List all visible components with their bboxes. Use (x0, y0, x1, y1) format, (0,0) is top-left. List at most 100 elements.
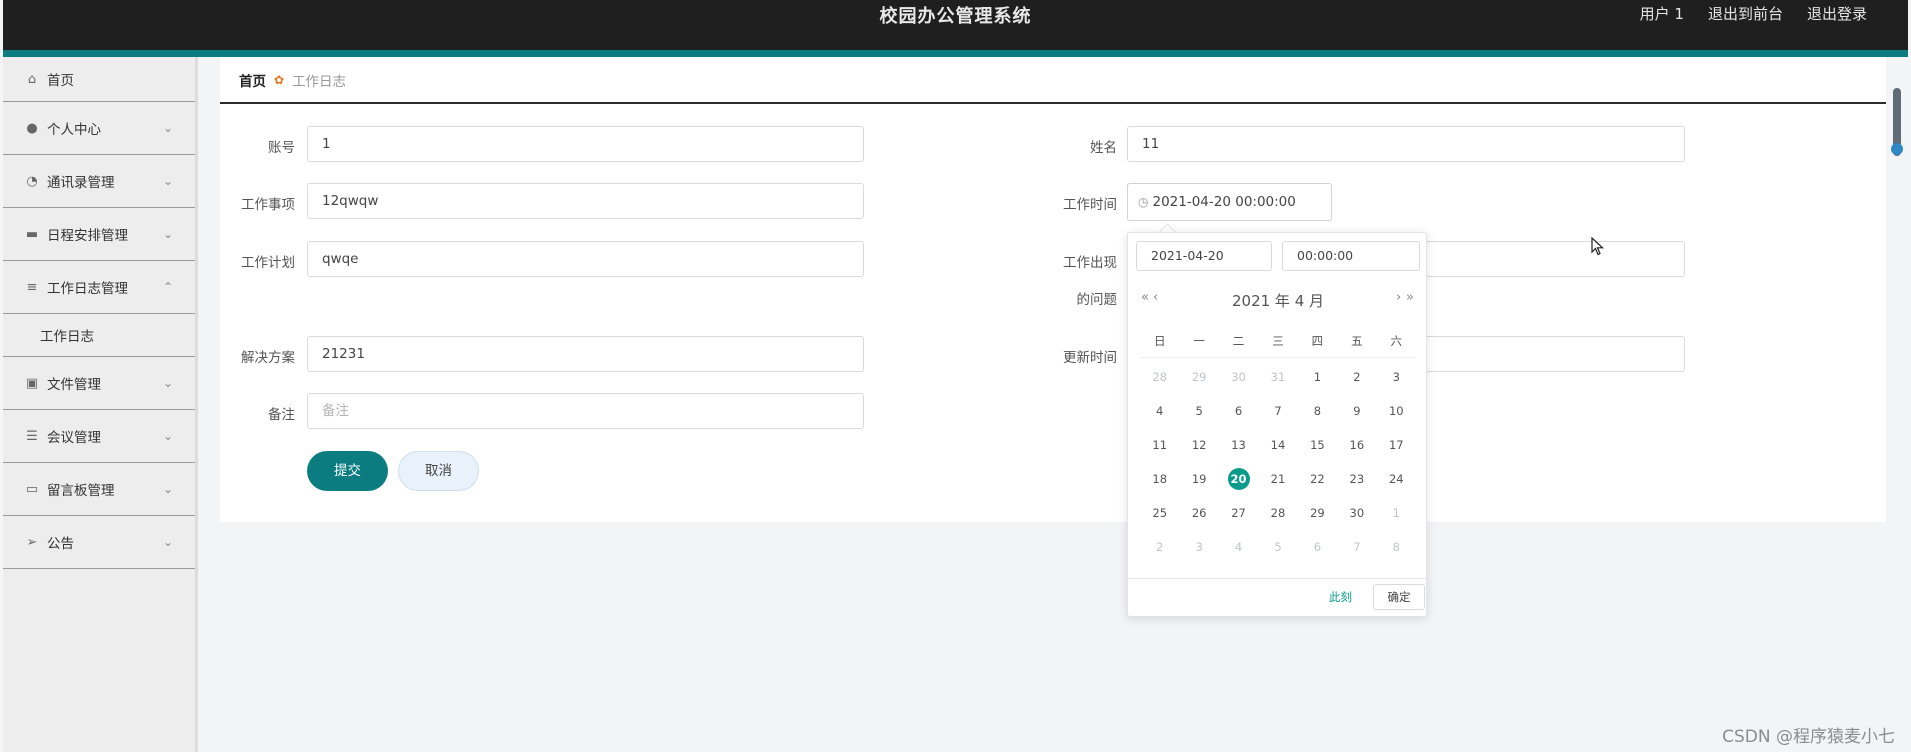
chevron-down-icon: ⌄ (162, 227, 173, 241)
day-number: 28 (1152, 370, 1168, 384)
day-cell-selected[interactable]: 20 (1219, 462, 1258, 496)
day-cell[interactable]: 28 (1258, 496, 1297, 530)
day-cell[interactable]: 22 (1298, 462, 1337, 496)
day-cell[interactable]: 1 (1377, 496, 1416, 530)
day-cell[interactable]: 3 (1377, 360, 1416, 394)
weekday-row: 日一二三四五六 (1140, 333, 1416, 358)
sidebar-item-files[interactable]: ▣ 文件管理 ⌄ (3, 357, 195, 410)
next-month-icon[interactable]: › (1396, 290, 1401, 305)
chat-icon: ▬ (25, 226, 39, 242)
picker-footer: 此刻 确定 (1128, 578, 1428, 616)
work-item-label: 工作事项 (241, 197, 295, 213)
work-time-value: 2021-04-20 00:00:00 (1152, 194, 1296, 210)
day-cell[interactable]: 3 (1179, 530, 1218, 564)
day-cell[interactable]: 4 (1140, 394, 1179, 428)
day-cell[interactable]: 7 (1258, 394, 1297, 428)
day-cell[interactable]: 9 (1337, 394, 1376, 428)
sidebar-item-meetings[interactable]: ☰ 会议管理 ⌄ (3, 410, 195, 463)
sidebar-subitem-worklog[interactable]: 工作日志 (3, 314, 195, 357)
confirm-button[interactable]: 确定 (1373, 584, 1425, 610)
day-cell[interactable]: 25 (1140, 496, 1179, 530)
back-to-frontend-link[interactable]: 退出到前台 (1708, 3, 1783, 24)
next-year-icon[interactable]: » (1406, 290, 1414, 305)
solution-label: 解决方案 (241, 350, 295, 366)
day-cell[interactable]: 29 (1179, 360, 1218, 394)
menu-icon: ≡ (26, 279, 38, 295)
name-input[interactable]: 11 (1127, 126, 1685, 162)
work-plan-input[interactable]: qwqe (307, 241, 864, 277)
day-cell[interactable]: 10 (1377, 394, 1416, 428)
day-cell[interactable]: 5 (1179, 394, 1218, 428)
cancel-button[interactable]: 取消 (398, 451, 479, 491)
now-button[interactable]: 此刻 (1329, 589, 1352, 605)
day-cell[interactable]: 30 (1219, 360, 1258, 394)
weekday-label: 一 (1193, 334, 1205, 348)
day-number: 8 (1313, 404, 1322, 418)
day-cell[interactable]: 5 (1258, 530, 1297, 564)
day-number: 12 (1191, 438, 1207, 452)
scrollbar-thumb[interactable] (1891, 143, 1903, 155)
day-cell[interactable]: 17 (1377, 428, 1416, 462)
user-link[interactable]: 用户 1 (1640, 3, 1684, 24)
day-number: 10 (1388, 404, 1404, 418)
day-cell[interactable]: 2 (1140, 530, 1179, 564)
day-cell[interactable]: 21 (1258, 462, 1297, 496)
day-cell[interactable]: 27 (1219, 496, 1258, 530)
picker-date-input[interactable]: 2021-04-20 (1136, 241, 1272, 271)
chevron-down-icon: ⌄ (162, 174, 173, 188)
day-cell[interactable]: 14 (1258, 428, 1297, 462)
day-cell[interactable]: 28 (1140, 360, 1179, 394)
day-cell[interactable]: 8 (1298, 394, 1337, 428)
day-number: 21 (1270, 472, 1286, 486)
remark-input[interactable]: 备注 (307, 393, 864, 429)
work-item-input[interactable]: 12qwqw (307, 183, 864, 219)
day-number: 29 (1310, 506, 1325, 520)
sidebar-item-personal-center[interactable]: ● 个人中心 ⌄ (3, 102, 195, 155)
day-number: 30 (1349, 506, 1365, 520)
logout-link[interactable]: 退出登录 (1807, 3, 1867, 24)
breadcrumb-home[interactable]: 首页 (239, 70, 266, 90)
sidebar-item-message-board[interactable]: ▭ 留言板管理 ⌄ (3, 463, 195, 516)
day-number: 1 (1313, 370, 1322, 384)
day-cell[interactable]: 30 (1337, 496, 1376, 530)
day-cell[interactable]: 2 (1337, 360, 1376, 394)
account-input[interactable]: 1 (307, 126, 864, 162)
day-cell[interactable]: 31 (1258, 360, 1297, 394)
day-cell[interactable]: 7 (1337, 530, 1376, 564)
work-time-input[interactable]: ◷ 2021-04-20 00:00:00 (1127, 183, 1332, 221)
day-cell[interactable]: 29 (1298, 496, 1337, 530)
day-cell[interactable]: 8 (1377, 530, 1416, 564)
day-cell[interactable]: 6 (1298, 530, 1337, 564)
day-cell[interactable]: 24 (1377, 462, 1416, 496)
day-number: 4 (1234, 540, 1243, 554)
picker-time-input[interactable]: 00:00:00 (1282, 241, 1420, 271)
day-number: 3 (1195, 540, 1203, 554)
sidebar-item-worklog-management[interactable]: ≡ 工作日志管理 ⌃ (3, 261, 195, 314)
day-cell[interactable]: 12 (1179, 428, 1218, 462)
day-cell[interactable]: 18 (1140, 462, 1179, 496)
day-cell[interactable]: 6 (1219, 394, 1258, 428)
sidebar-item-announcements[interactable]: ➢ 公告 ⌄ (3, 516, 195, 569)
day-number: 5 (1274, 540, 1282, 554)
sidebar-item-schedule[interactable]: ▬ 日程安排管理 ⌄ (3, 208, 195, 261)
sidebar-item-home[interactable]: ⌂ 首页 (3, 57, 195, 102)
day-cell[interactable]: 26 (1179, 496, 1218, 530)
mouse-cursor-icon (1591, 236, 1605, 261)
day-cell[interactable]: 23 (1337, 462, 1376, 496)
dashboard-icon: ◔ (26, 173, 38, 189)
day-number: 2 (1156, 540, 1164, 554)
day-number: 24 (1388, 472, 1404, 486)
day-number: 26 (1191, 506, 1207, 520)
day-number: 23 (1349, 472, 1365, 486)
day-cell[interactable]: 13 (1219, 428, 1258, 462)
day-cell[interactable]: 1 (1298, 360, 1337, 394)
day-cell[interactable]: 11 (1140, 428, 1179, 462)
submit-button[interactable]: 提交 (307, 451, 388, 491)
solution-input[interactable]: 21231 (307, 336, 864, 372)
day-cell[interactable]: 19 (1179, 462, 1218, 496)
day-cell[interactable]: 15 (1298, 428, 1337, 462)
sidebar-item-contacts[interactable]: ◔ 通讯录管理 ⌄ (3, 155, 195, 208)
sidebar-item-label: 个人中心 (47, 122, 101, 138)
day-cell[interactable]: 4 (1219, 530, 1258, 564)
day-cell[interactable]: 16 (1337, 428, 1376, 462)
